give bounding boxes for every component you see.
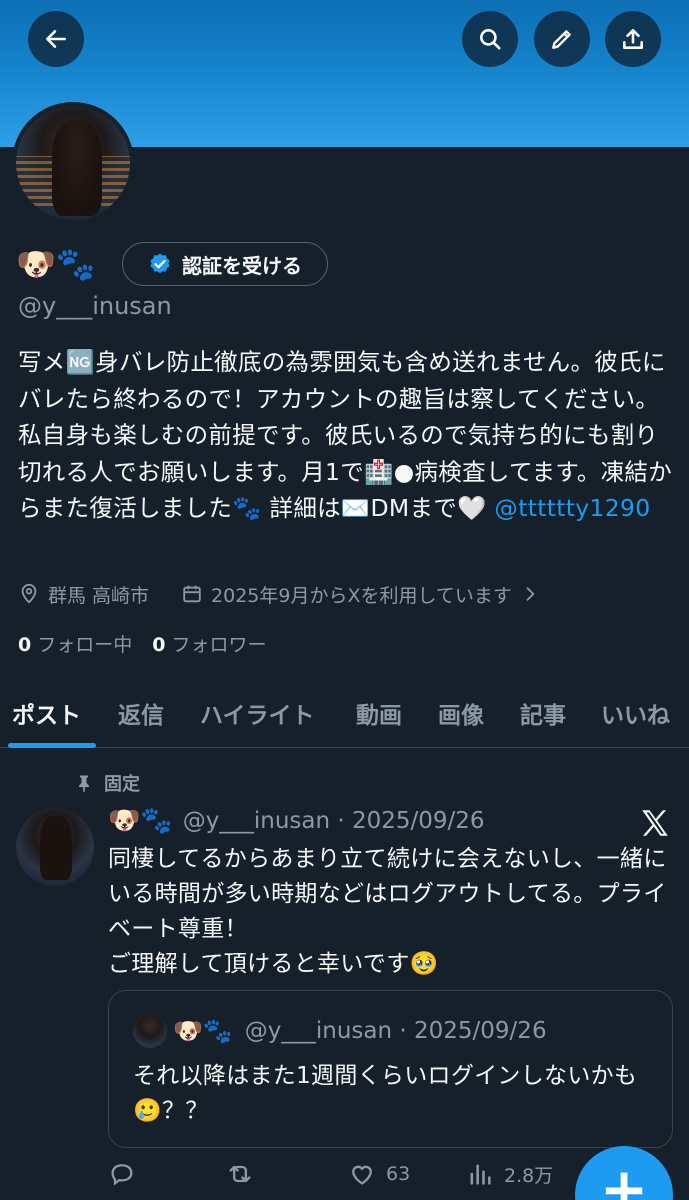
post-body: 同棲してるからあまり立て続けに会えないし、一緒にいる時間が多い時期などはログアウ… — [108, 846, 667, 977]
tab-likes[interactable]: いいね — [601, 696, 670, 730]
get-verified-button[interactable]: 認証を受ける — [122, 242, 328, 286]
quoted-author-name: 🐶🐾 — [173, 1017, 233, 1045]
tab-articles[interactable]: 記事 — [520, 696, 566, 730]
views-button[interactable]: 2.8万 — [466, 1160, 553, 1188]
edit-button[interactable] — [534, 11, 590, 67]
followers-label: フォロワー — [171, 634, 267, 656]
pin-icon — [79, 775, 89, 793]
avatar-photo-detail — [16, 156, 56, 206]
bio-mention-link[interactable]: @tttttty1290 — [494, 494, 650, 522]
profile-handle: @y___inusan — [18, 292, 172, 320]
post-actions: 63 2.8万 — [108, 1160, 578, 1196]
search-button[interactable] — [462, 11, 518, 67]
location-pin-icon — [21, 583, 37, 604]
avatar-photo-detail — [96, 156, 130, 206]
back-arrow-icon — [46, 30, 66, 48]
following-label: フォロー中 — [37, 634, 133, 656]
tab-highlights[interactable]: ハイライト — [200, 696, 315, 730]
verified-badge-icon — [150, 253, 170, 274]
compose-post-button[interactable]: + — [575, 1146, 673, 1200]
pinned-label: 固定 — [74, 770, 140, 796]
reply-button[interactable] — [108, 1160, 136, 1188]
followers-link[interactable]: 0 フォロワー — [152, 630, 266, 657]
location-text: 群馬 高崎市 — [48, 584, 150, 607]
back-button[interactable] — [28, 11, 84, 67]
tab-replies[interactable]: 返信 — [118, 696, 164, 730]
tab-posts[interactable]: ポスト — [12, 696, 81, 730]
display-name: 🐶🐾 — [16, 245, 96, 283]
reply-icon — [111, 1164, 133, 1186]
post-author-avatar[interactable] — [16, 808, 94, 886]
like-button[interactable]: 63 — [348, 1160, 410, 1188]
quoted-post-body: それ以降はまた1週間くらいログインしないかも🥲？？ — [133, 1063, 638, 1124]
post-header: 🐶🐾 @y___inusan · 2025/09/26 — [108, 804, 485, 838]
views-count: 2.8万 — [504, 1164, 554, 1187]
heart-icon — [352, 1165, 372, 1185]
quoted-handle-date: @y___inusan · 2025/09/26 — [244, 1018, 547, 1044]
pencil-icon — [552, 30, 571, 49]
repost-icon — [229, 1165, 251, 1183]
following-link[interactable]: 0 フォロー中 — [18, 630, 132, 657]
active-tab-indicator — [8, 743, 96, 748]
profile-bio: 写メ🆖身バレ防止徹底の為雰囲気も含め送れません。彼氏にバレたら終わるので！アカウ… — [18, 344, 678, 527]
post-handle-date[interactable]: @y___inusan · 2025/09/26 — [183, 808, 485, 834]
tab-photos[interactable]: 画像 — [438, 696, 484, 730]
share-button[interactable] — [605, 11, 661, 67]
tab-videos[interactable]: 動画 — [356, 696, 402, 730]
get-verified-label: 認証を受ける — [182, 253, 302, 278]
profile-meta: 群馬 高崎市 2025年9月からXを利用しています — [18, 580, 540, 608]
profile-tabs: ポスト 返信 ハイライト 動画 画像 記事 いいね — [0, 676, 689, 748]
quoted-author-avatar — [133, 1014, 167, 1048]
followers-count: 0 — [152, 634, 166, 656]
joined-date-text: 2025年9月からXを利用しています — [211, 584, 512, 607]
calendar-icon — [183, 585, 201, 603]
repost-button[interactable] — [226, 1160, 254, 1188]
quoted-post[interactable]: 🐶🐾 @y___inusan · 2025/09/26 それ以降はまた1週間くら… — [108, 990, 673, 1148]
like-count: 63 — [386, 1163, 411, 1185]
views-chart-icon — [470, 1164, 491, 1185]
follow-stats: 0 フォロー中 0 フォロワー — [18, 630, 267, 657]
x-logo-icon[interactable] — [638, 806, 672, 840]
quoted-post-header: 🐶🐾 @y___inusan · 2025/09/26 — [133, 1013, 547, 1049]
share-icon — [623, 29, 643, 49]
compose-plus-icon: + — [599, 1155, 649, 1200]
chevron-right-icon[interactable] — [520, 584, 540, 604]
following-count: 0 — [18, 634, 32, 656]
search-icon — [480, 29, 501, 50]
profile-avatar[interactable] — [12, 102, 134, 224]
post-author-name[interactable]: 🐶🐾 — [108, 806, 173, 836]
pinned-text: 固定 — [104, 774, 140, 795]
